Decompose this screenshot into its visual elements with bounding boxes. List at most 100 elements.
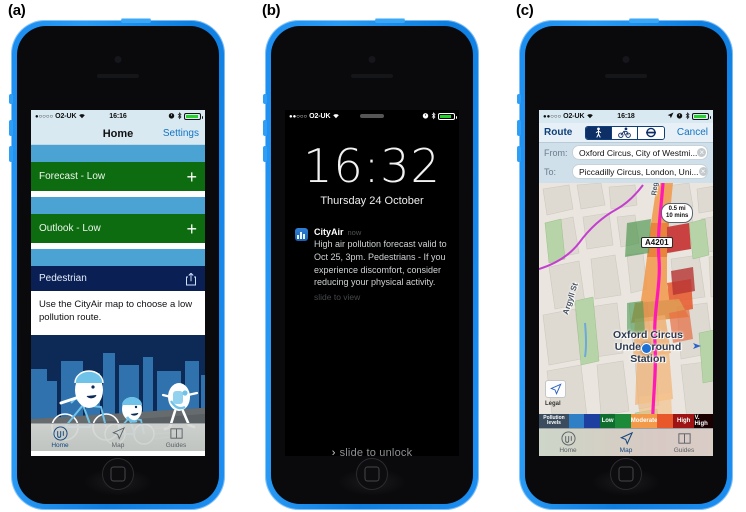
screen-a: ●○○○○ O2-UK 16:16 Home Settings Forecast…: [31, 110, 205, 456]
home-button-c[interactable]: [610, 458, 642, 490]
to-row: To: Piccadilly Circus, London, Uni...: [539, 162, 713, 181]
phone-a-body: ●○○○○ O2-UK 16:16 Home Settings Forecast…: [17, 26, 219, 504]
carrier-label-b: O2-UK: [309, 113, 331, 120]
notification-timestamp: now: [347, 228, 362, 237]
tab-map-label-c: Map: [619, 447, 633, 454]
carrier-label-c: O2-UK: [563, 113, 585, 120]
forecast-label: Forecast - Low: [39, 171, 106, 182]
panel-label-c: (c): [516, 2, 534, 19]
tab-map-label-a: Map: [111, 441, 125, 449]
carrier-label-a: O2-UK: [55, 113, 77, 120]
home-button-a[interactable]: [102, 458, 134, 490]
clear-from-icon[interactable]: [697, 148, 707, 157]
alarm-icon-b: [422, 112, 429, 121]
earpiece-speaker-b: [351, 74, 393, 78]
outlook-expand-icon[interactable]: +: [186, 220, 197, 238]
navigation-arrow-icon-c: [549, 383, 562, 395]
notification-body: High air pollution forecast valid to Oct…: [314, 239, 447, 288]
wifi-icon-c: [586, 112, 594, 121]
band-blue-2: [31, 197, 205, 214]
band-blue-top: [31, 145, 205, 162]
alarm-icon-a: [168, 112, 175, 121]
clear-to-icon[interactable]: [698, 167, 707, 176]
outlook-row[interactable]: Outlook - Low +: [31, 214, 205, 243]
mode-underground-button[interactable]: [637, 126, 664, 139]
from-input[interactable]: Oxford Circus, City of Westmi...: [572, 145, 708, 160]
from-row: From: Oxford Circus, City of Westmi...: [539, 143, 713, 162]
navigation-arrow-icon-a: [111, 426, 125, 440]
route-title: Route: [544, 127, 573, 138]
tab-map-c[interactable]: Map: [597, 429, 655, 456]
tab-home-label-c: Home: [559, 447, 577, 454]
share-icon[interactable]: [185, 272, 197, 286]
panel-label-a: (a): [8, 2, 26, 19]
tab-guides-c[interactable]: Guides: [655, 429, 713, 456]
tab-bar-wrap-c: Home Map Guides: [539, 428, 713, 456]
book-icon-c: [677, 433, 691, 444]
front-camera-icon-a: [114, 56, 122, 63]
tab-guides-a[interactable]: Guides: [147, 424, 205, 451]
to-input[interactable]: Piccadilly Circus, London, Uni...: [572, 164, 708, 179]
earpiece-speaker-a: [97, 74, 139, 78]
ring-switch-c[interactable]: [517, 94, 521, 104]
front-camera-icon-b: [368, 56, 376, 63]
volume-down-button-b[interactable]: [263, 146, 267, 162]
notification-banner[interactable]: CityAir now High air pollution forecast v…: [295, 227, 449, 302]
location-arrow-icon-c: [667, 112, 674, 121]
status-bar-c: ●●○○○ O2-UK 16:18: [539, 110, 713, 123]
to-label: To:: [544, 166, 557, 177]
locate-me-button[interactable]: [545, 380, 566, 398]
power-button-c[interactable]: [629, 18, 659, 23]
power-button-b[interactable]: [375, 18, 405, 23]
wifi-icon-b: [332, 112, 340, 121]
mode-cyclist-button[interactable]: [611, 126, 638, 139]
tab-home-c[interactable]: Home: [539, 429, 597, 456]
legend-seg-high: High: [672, 414, 695, 428]
forecast-expand-icon[interactable]: +: [186, 168, 197, 186]
legend-key-label: Pollution levels: [539, 414, 569, 428]
road-shield-a4201: A4201: [641, 237, 673, 248]
notification-slide-hint[interactable]: slide to view: [314, 292, 449, 302]
map-legal-link[interactable]: Legal: [545, 401, 561, 407]
notification-app-name-row: CityAir now: [314, 227, 449, 237]
power-button-a[interactable]: [121, 18, 151, 23]
mode-pedestrian-button[interactable]: [585, 126, 612, 139]
legend-seg-low: Low: [599, 414, 616, 428]
ring-switch-a[interactable]: [9, 94, 13, 104]
transport-mode-segmented-control[interactable]: [584, 125, 665, 140]
message-card: Use the CityAir map to choose a low poll…: [31, 291, 205, 335]
route-bar: Route Cancel: [539, 123, 713, 143]
message-text: Use the CityAir map to choose a low poll…: [39, 299, 193, 323]
tab-map-a[interactable]: Map: [89, 424, 147, 451]
forecast-row[interactable]: Forecast - Low +: [31, 162, 205, 191]
cancel-button[interactable]: Cancel: [677, 127, 708, 138]
lock-screen: 16:32 Thursday 24 October CityAir now Hig…: [285, 143, 459, 456]
volume-up-button-c[interactable]: [517, 120, 521, 136]
wifi-icon-a: [78, 112, 86, 121]
volume-down-button-c[interactable]: [517, 146, 521, 162]
slide-to-unlock[interactable]: › slide to unlock: [285, 447, 459, 456]
home-button-b[interactable]: [356, 458, 388, 490]
earpiece-speaker-c: [605, 74, 647, 78]
notification-app-name: CityAir: [314, 227, 344, 237]
phone-a: ●○○○○ O2-UK 16:16 Home Settings Forecast…: [9, 18, 225, 510]
page-title-a: Home: [102, 127, 134, 140]
tab-home-a[interactable]: Home: [31, 424, 89, 451]
bluetooth-icon-c: [685, 111, 690, 122]
legend-seg-3: [615, 414, 631, 428]
tab-guides-label-c: Guides: [673, 447, 695, 454]
volume-up-button-a[interactable]: [9, 120, 13, 136]
volume-up-button-b[interactable]: [263, 120, 267, 136]
slide-to-unlock-label: slide to unlock: [339, 447, 413, 456]
bluetooth-icon-a: [177, 111, 182, 122]
volume-down-button-a[interactable]: [9, 146, 13, 162]
settings-button-a[interactable]: Settings: [163, 128, 199, 139]
tab-guides-label-a: Guides: [165, 441, 187, 449]
ring-switch-b[interactable]: [263, 94, 267, 104]
phone-c-body: ●●○○○ O2-UK 16:18 Route Cancel From: Oxf…: [525, 26, 727, 504]
phone-b: ●●○○○ O2-UK 16:32 Thursday 24 October Ci…: [263, 18, 479, 510]
book-icon-a: [169, 427, 183, 439]
tab-bar-a: Home Map Guides: [31, 422, 205, 451]
pedestrian-row[interactable]: Pedestrian: [31, 266, 205, 291]
map-canvas[interactable]: Regent St Argyll St 0.5 mi 10 mins A4201…: [539, 183, 713, 428]
